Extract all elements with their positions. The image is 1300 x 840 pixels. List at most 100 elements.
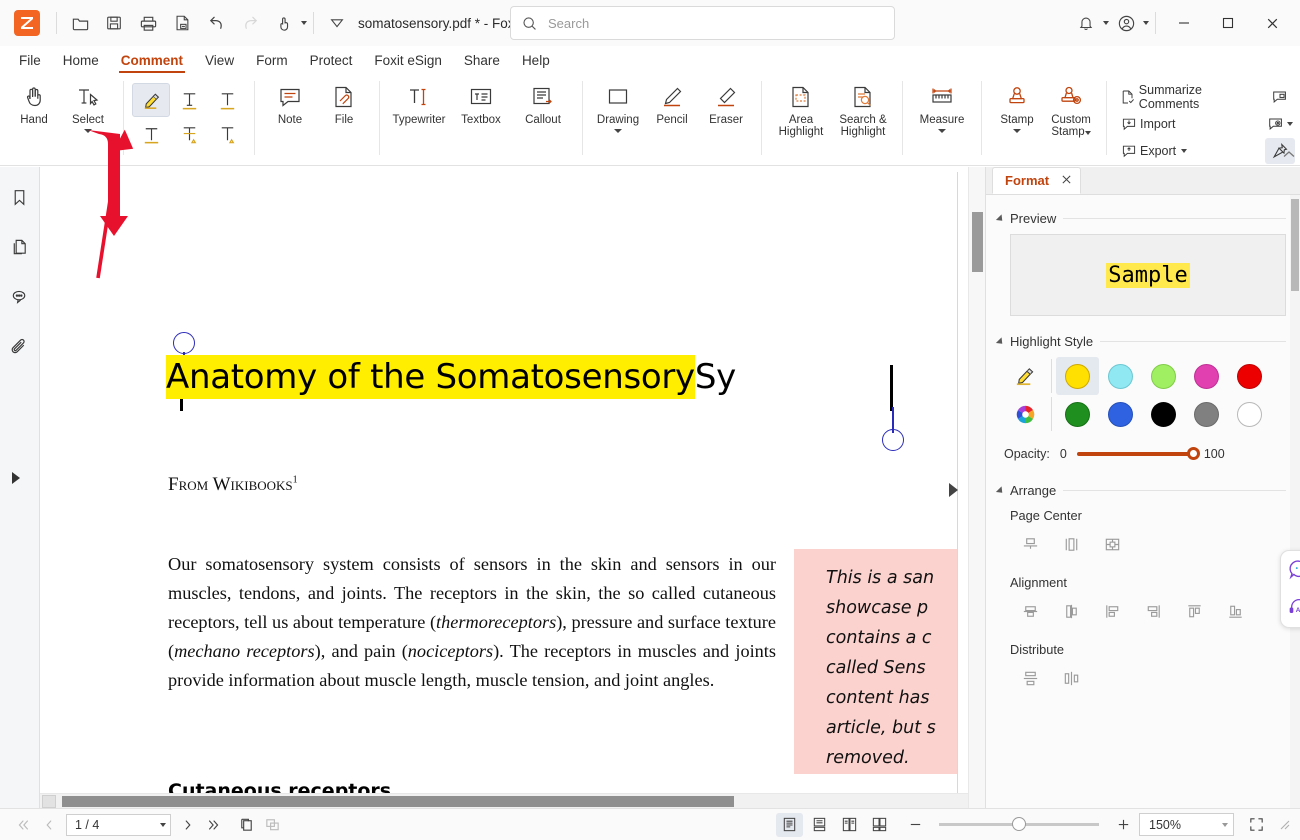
- center-vertically-button[interactable]: [1010, 529, 1051, 559]
- tab-form[interactable]: Form: [245, 51, 299, 73]
- account-chevron-down-icon[interactable]: [1143, 21, 1149, 25]
- sidebar-item-bookmarks[interactable]: [6, 183, 34, 211]
- tab-file[interactable]: File: [8, 51, 52, 73]
- document-vertical-scrollbar[interactable]: [968, 167, 985, 808]
- tab-comment[interactable]: Comment: [110, 51, 194, 73]
- center-both-button[interactable]: [1092, 529, 1133, 559]
- single-page-view-button[interactable]: [776, 812, 803, 837]
- squiggly-tool[interactable]: [132, 117, 170, 151]
- textbox-button[interactable]: Textbox: [450, 77, 512, 139]
- eraser-button[interactable]: Eraser: [699, 77, 753, 139]
- color-swatch-gray[interactable]: [1185, 395, 1228, 433]
- vertical-scrollbar-thumb[interactable]: [972, 212, 983, 272]
- custom-stamp-chevron-down-icon[interactable]: [1084, 131, 1091, 135]
- zoom-in-button[interactable]: [1110, 813, 1136, 837]
- minimize-button[interactable]: [1162, 2, 1206, 44]
- select-tool-button[interactable]: Select: [61, 77, 115, 139]
- align-top-button[interactable]: [1174, 596, 1215, 626]
- comment-settings-chevron-down-icon[interactable]: [1287, 122, 1293, 126]
- section-preview-header[interactable]: Preview: [995, 211, 1286, 226]
- close-button[interactable]: [1250, 2, 1294, 44]
- tab-foxit-esign[interactable]: Foxit eSign: [363, 51, 453, 73]
- stamp-chevron-down-icon[interactable]: [1013, 129, 1021, 133]
- last-page-button[interactable]: [201, 813, 227, 837]
- align-right-button[interactable]: [1133, 596, 1174, 626]
- section-highlight-style-header[interactable]: Highlight Style: [995, 334, 1286, 349]
- two-page-view-button[interactable]: [836, 813, 863, 837]
- chat-assistant-button[interactable]: [1288, 558, 1300, 583]
- previous-page-button[interactable]: [36, 813, 62, 837]
- measure-chevron-down-icon[interactable]: [938, 129, 946, 133]
- zoom-slider-knob[interactable]: [1012, 817, 1026, 831]
- first-page-button[interactable]: [10, 813, 36, 837]
- import-comments-button[interactable]: Import: [1115, 111, 1265, 136]
- select-chevron-down-icon[interactable]: [84, 129, 92, 133]
- touch-mode-icon[interactable]: [269, 8, 299, 38]
- search-and-highlight-button[interactable]: Search & Highlight: [832, 77, 894, 139]
- two-page-continuous-view-button[interactable]: [866, 813, 893, 837]
- collapse-ribbon-chevron-icon[interactable]: [1282, 150, 1296, 163]
- annotation-handle-start[interactable]: [173, 332, 195, 354]
- redo-icon[interactable]: [235, 8, 265, 38]
- sidebar-item-attachments[interactable]: [6, 333, 34, 361]
- center-horizontally-button[interactable]: [1051, 529, 1092, 559]
- ai-assistant-button[interactable]: AI: [1287, 596, 1300, 621]
- pdf-callout-box[interactable]: This is a san showcase p contains a c ca…: [794, 549, 957, 774]
- format-panel-scrollbar[interactable]: [1290, 195, 1300, 808]
- next-page-button[interactable]: [175, 813, 201, 837]
- compare-view-button[interactable]: [259, 813, 285, 837]
- hand-tool-button[interactable]: Hand: [7, 77, 61, 139]
- summarize-comments-button[interactable]: Summarize Comments: [1115, 83, 1265, 111]
- maximize-button[interactable]: [1206, 2, 1250, 44]
- section-arrange-header[interactable]: Arrange: [995, 483, 1286, 498]
- notification-chevron-down-icon[interactable]: [1103, 21, 1109, 25]
- align-left-button[interactable]: [1092, 596, 1133, 626]
- stamp-button[interactable]: Stamp: [990, 77, 1044, 139]
- zoom-out-button[interactable]: [902, 813, 928, 837]
- document-menu-chevron-icon[interactable]: [322, 8, 352, 38]
- arrange-collapse-triangle-icon[interactable]: [995, 485, 1006, 496]
- custom-stamp-button[interactable]: Custom Stamp: [1044, 77, 1098, 139]
- tab-protect[interactable]: Protect: [299, 51, 364, 73]
- open-file-icon[interactable]: [65, 8, 95, 38]
- print-icon[interactable]: [133, 8, 163, 38]
- annotation-handle-end[interactable]: [882, 429, 904, 451]
- expand-sidebar-arrow-icon[interactable]: [12, 472, 20, 484]
- pencil-button[interactable]: Pencil: [645, 77, 699, 139]
- color-swatch-magenta[interactable]: [1185, 357, 1228, 395]
- align-horizontal-center-button[interactable]: [1051, 596, 1092, 626]
- sidebar-item-comments[interactable]: [6, 283, 34, 311]
- tab-view[interactable]: View: [194, 51, 245, 73]
- tab-share[interactable]: Share: [453, 51, 511, 73]
- color-wheel-button[interactable]: [1004, 395, 1047, 433]
- format-panel-scrollbar-thumb[interactable]: [1291, 199, 1299, 291]
- fullscreen-button[interactable]: [1241, 813, 1271, 837]
- color-swatch-red[interactable]: [1228, 357, 1271, 395]
- color-swatch-green[interactable]: [1056, 395, 1099, 433]
- tab-home[interactable]: Home: [52, 51, 110, 73]
- align-vertical-center-button[interactable]: [1010, 596, 1051, 626]
- insert-text-tool[interactable]: [208, 117, 246, 151]
- distribute-horizontally-button[interactable]: [1051, 663, 1092, 693]
- strikeout-tool[interactable]: [208, 83, 246, 117]
- comment-settings-button[interactable]: [1265, 111, 1295, 137]
- callout-button[interactable]: Callout: [512, 77, 574, 139]
- preview-collapse-triangle-icon[interactable]: [995, 213, 1006, 224]
- create-pdf-icon[interactable]: [167, 8, 197, 38]
- split-view-button[interactable]: [233, 813, 259, 837]
- account-avatar-icon[interactable]: [1111, 8, 1141, 38]
- tab-format[interactable]: Format: [992, 167, 1082, 194]
- zoom-chevron-down-icon[interactable]: [1222, 822, 1228, 827]
- align-bottom-button[interactable]: [1215, 596, 1256, 626]
- horizontal-scroll-left-button[interactable]: [42, 795, 56, 808]
- distribute-vertically-button[interactable]: [1010, 663, 1051, 693]
- sidebar-item-pages[interactable]: [6, 233, 34, 261]
- next-page-arrow-icon[interactable]: [949, 483, 958, 497]
- opacity-slider[interactable]: [1076, 447, 1200, 460]
- continuous-view-button[interactable]: [806, 813, 833, 837]
- color-swatch-white[interactable]: [1228, 395, 1271, 433]
- highlighter-type-button[interactable]: [1004, 357, 1047, 395]
- drawing-chevron-down-icon[interactable]: [614, 129, 622, 133]
- touch-mode-chevron-down-icon[interactable]: [301, 21, 307, 25]
- zoom-slider[interactable]: [939, 817, 1099, 831]
